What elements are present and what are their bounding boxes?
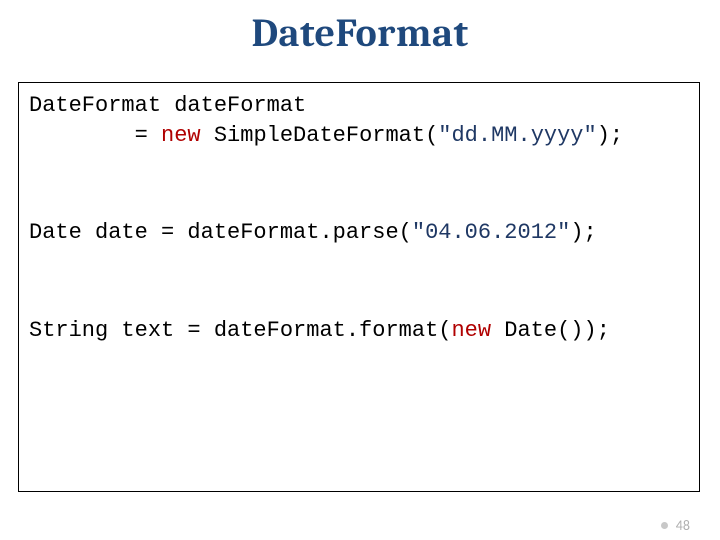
slide-title: DateFormat — [0, 10, 720, 56]
code-text: Date date = dateFormat.parse( — [29, 220, 412, 245]
code-indent: = — [29, 123, 161, 148]
code-text: ); — [597, 123, 623, 148]
code-text: String text = dateFormat.format( — [29, 318, 451, 343]
slide-footer: 48 — [661, 517, 690, 534]
code-line-1: DateFormat dateFormat — [29, 91, 689, 121]
blank-gap — [29, 150, 689, 218]
code-line-3: Date date = dateFormat.parse("04.06.2012… — [29, 218, 689, 248]
string-literal: "dd.MM.yyyy" — [438, 123, 596, 148]
code-text: Date()); — [491, 318, 610, 343]
blank-gap — [29, 248, 689, 316]
code-text: ); — [570, 220, 596, 245]
code-text: SimpleDateFormat( — [201, 123, 439, 148]
code-text: DateFormat dateFormat — [29, 93, 306, 118]
slide-root: DateFormat DateFormat dateFormat = new S… — [0, 0, 720, 540]
code-line-2: = new SimpleDateFormat("dd.MM.yyyy"); — [29, 121, 689, 151]
page-number: 48 — [676, 517, 690, 534]
keyword-new: new — [161, 123, 201, 148]
string-literal: "04.06.2012" — [412, 220, 570, 245]
code-line-4: String text = dateFormat.format(new Date… — [29, 316, 689, 346]
code-block: DateFormat dateFormat = new SimpleDateFo… — [18, 82, 700, 492]
bullet-icon — [661, 522, 668, 529]
keyword-new: new — [451, 318, 491, 343]
